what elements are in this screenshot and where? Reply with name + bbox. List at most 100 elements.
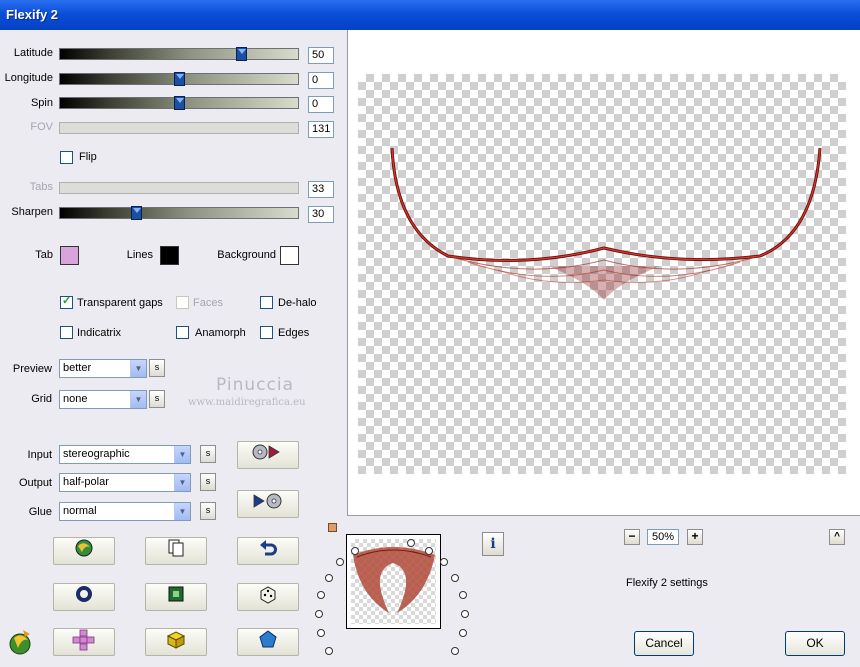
chevron-down-icon: ▼: [174, 446, 190, 463]
longitude-input[interactable]: 0: [308, 72, 334, 89]
navigator-dot[interactable]: [351, 547, 359, 555]
zoom-level[interactable]: 50%: [647, 529, 679, 545]
zoom-in-button[interactable]: +: [687, 529, 703, 545]
navigator-dot[interactable]: [461, 610, 469, 618]
anamorph-checkbox[interactable]: [176, 326, 189, 339]
tabs-label: Tabs: [29, 181, 53, 193]
edges-label: Edges: [278, 327, 310, 339]
spin-slider[interactable]: [59, 96, 299, 110]
sharpen-input[interactable]: 30: [308, 206, 334, 223]
glue-label: Glue: [28, 506, 52, 518]
indicatrix-label: Indicatrix: [77, 327, 122, 339]
preview-select-value: better: [63, 362, 92, 374]
output-projection-value: half-polar: [63, 476, 109, 488]
input-projection-value: stereographic: [63, 448, 130, 460]
indicatrix-checkbox[interactable]: [60, 326, 73, 339]
square-button[interactable]: [145, 583, 207, 611]
navigator-dot[interactable]: [336, 558, 344, 566]
output-projection-select[interactable]: half-polar ▼: [59, 473, 191, 492]
undo-button[interactable]: [237, 537, 299, 565]
input-projection-select[interactable]: stereographic ▼: [59, 445, 191, 464]
cube-icon: [166, 631, 186, 649]
cancel-button[interactable]: Cancel: [634, 631, 694, 656]
sharpen-slider-thumb[interactable]: [131, 206, 142, 220]
spin-slider-thumb[interactable]: [174, 96, 185, 110]
dice-button[interactable]: [237, 583, 299, 611]
de-halo-checkbox[interactable]: [260, 296, 273, 309]
glue-select[interactable]: normal ▼: [59, 502, 191, 521]
globe-icon: [75, 539, 93, 557]
navigator-handle[interactable]: [328, 523, 337, 532]
zoom-out-button[interactable]: −: [624, 529, 640, 545]
latitude-input[interactable]: 50: [308, 47, 334, 64]
cd-arrow-right-icon: [252, 444, 280, 460]
sharpen-slider[interactable]: [59, 206, 299, 220]
pentagon-icon: [259, 630, 277, 648]
navigator-dot[interactable]: [459, 591, 467, 599]
tabs-input: 33: [308, 181, 334, 198]
info-button[interactable]: i: [482, 532, 504, 556]
pentagon-button[interactable]: [237, 628, 299, 656]
grid-label: Grid: [31, 393, 52, 405]
ok-button[interactable]: OK: [785, 631, 845, 656]
square-frame-icon: [168, 586, 184, 602]
navigator-dot[interactable]: [325, 574, 333, 582]
navigator-dot[interactable]: [451, 574, 459, 582]
navigator-dot[interactable]: [425, 547, 433, 555]
lines-color-swatch[interactable]: [160, 246, 179, 265]
tab-color-swatch[interactable]: [60, 246, 79, 265]
transparent-gaps-checkbox[interactable]: [60, 294, 73, 309]
edges-checkbox[interactable]: [260, 326, 273, 339]
flexified-image-preview: [390, 147, 822, 300]
preview-label: Preview: [12, 363, 52, 375]
copy-pages-icon: [168, 539, 184, 557]
output-save-button[interactable]: s: [200, 473, 216, 491]
grid-select[interactable]: none ▼: [59, 390, 147, 409]
ring-button[interactable]: [53, 583, 115, 611]
cross-net-button[interactable]: [53, 628, 115, 656]
glue-save-button[interactable]: s: [200, 502, 216, 520]
longitude-slider[interactable]: [59, 72, 299, 86]
spin-label: Spin: [30, 97, 53, 109]
dice-icon: [260, 586, 276, 604]
preview-select[interactable]: better ▼: [59, 359, 147, 378]
chevron-down-icon: ▼: [174, 503, 190, 520]
window-title: Flexify 2: [6, 7, 59, 22]
navigator-dot[interactable]: [440, 558, 448, 566]
flip-label: Flip: [79, 151, 97, 163]
anamorph-label: Anamorph: [195, 327, 246, 339]
spin-input[interactable]: 0: [308, 96, 334, 113]
background-color-swatch[interactable]: [280, 246, 299, 265]
info-icon: i: [490, 536, 496, 552]
dialog-body: Latitude 50 Longitude 0 Spin 0 FOV 131 F…: [0, 30, 860, 667]
navigator-dot[interactable]: [407, 539, 415, 547]
navigator-dot[interactable]: [451, 647, 459, 655]
flip-checkbox[interactable]: [60, 151, 73, 164]
latitude-slider-thumb[interactable]: [236, 47, 247, 61]
swap-projection-back-button[interactable]: [237, 490, 299, 518]
cube-button[interactable]: [145, 628, 207, 656]
de-halo-label: De-halo: [278, 297, 317, 309]
fov-slider: [59, 122, 299, 134]
faces-label: Faces: [193, 297, 223, 309]
navigator-dot[interactable]: [317, 629, 325, 637]
flexify-logo: [8, 628, 34, 659]
longitude-slider-thumb[interactable]: [174, 72, 185, 86]
sharpen-label: Sharpen: [11, 206, 53, 218]
navigator-dot[interactable]: [315, 610, 323, 618]
swap-projection-forward-button[interactable]: [237, 441, 299, 469]
chevron-down-icon: ▼: [130, 391, 146, 408]
preview-save-button[interactable]: s: [149, 359, 165, 377]
grid-save-button[interactable]: s: [149, 390, 165, 408]
watermark-title: Pinuccia: [216, 375, 294, 395]
navigator-dot[interactable]: [317, 591, 325, 599]
preview-canvas[interactable]: [347, 30, 860, 516]
chevron-down-icon: ▼: [174, 474, 190, 491]
randomize-button[interactable]: [53, 537, 115, 565]
collapse-button[interactable]: ^: [829, 529, 845, 545]
copy-button[interactable]: [145, 537, 207, 565]
navigator-dot[interactable]: [325, 647, 333, 655]
navigator-dot[interactable]: [459, 629, 467, 637]
input-save-button[interactable]: s: [200, 445, 216, 463]
latitude-slider[interactable]: [59, 47, 299, 61]
